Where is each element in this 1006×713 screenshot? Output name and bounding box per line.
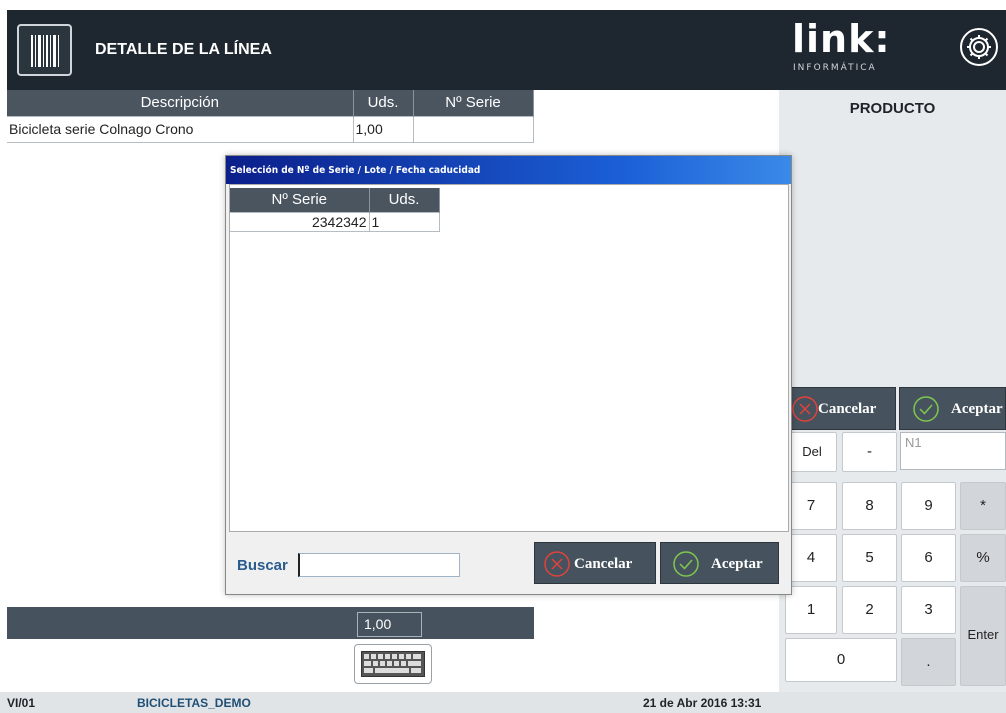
cancel-x-icon <box>792 396 818 422</box>
dialog-accept-button[interactable]: Aceptar <box>660 542 779 584</box>
serial-list-panel: Nº Serie Uds. 2342342 1 <box>229 184 789 532</box>
keypad-cancel-label: Cancelar <box>818 401 877 417</box>
cancel-x-icon <box>544 551 570 577</box>
cell-uds: 1 <box>368 211 440 232</box>
check-icon <box>673 551 699 577</box>
key-decimal[interactable]: . <box>901 638 956 686</box>
key-7[interactable]: 7 <box>785 482 837 530</box>
key-6[interactable]: 6 <box>901 534 956 582</box>
producto-title: PRODUCTO <box>849 100 936 117</box>
key-3[interactable]: 3 <box>901 586 956 634</box>
cell-serie: 2342342 <box>230 211 370 232</box>
keyboard-icon <box>361 651 425 677</box>
keypad-input[interactable]: N1 <box>900 432 1006 470</box>
table-row[interactable]: 2342342 1 <box>230 211 440 232</box>
page-title: DETALLE DE LA LÍNEA <box>95 41 272 58</box>
dialog-accept-label: Aceptar <box>711 556 763 572</box>
cell-descripcion: Bicicleta serie Colnago Crono <box>7 115 354 143</box>
key-percent[interactable]: % <box>960 534 1006 582</box>
keypad-accept-button[interactable]: Aceptar <box>899 387 1006 430</box>
column-header-descripcion: Descripción <box>7 90 354 116</box>
key-5[interactable]: 5 <box>842 534 897 582</box>
key-9[interactable]: 9 <box>901 482 956 530</box>
key-multiply[interactable]: * <box>960 482 1006 530</box>
keypad-cancel-button[interactable]: Cancelar <box>785 387 896 430</box>
status-bar: VI/01 BICICLETAS_DEMO 21 de Abr 2016 13:… <box>0 692 1006 713</box>
del-key[interactable]: Del <box>787 432 837 472</box>
barcode-button[interactable] <box>17 24 72 76</box>
search-input[interactable] <box>298 553 460 577</box>
keyboard-button[interactable] <box>354 644 432 684</box>
column-header-serie: Nº Serie <box>413 90 534 116</box>
total-bar: 1,00 <box>7 607 534 639</box>
column-header-uds: Uds. <box>369 188 440 212</box>
search-label: Buscar <box>237 557 288 574</box>
line-table: Descripción Uds. Nº Serie Bicicleta seri… <box>7 90 534 143</box>
key-enter[interactable]: Enter <box>960 586 1006 686</box>
dialog-title: Selección de Nº de Serie / Lote / Fecha … <box>226 156 791 184</box>
brand-logo: link: <box>792 17 891 61</box>
header-bar: DETALLE DE LA LÍNEA <box>7 10 779 90</box>
key-2[interactable]: 2 <box>842 586 897 634</box>
keypad-accept-label: Aceptar <box>951 401 1003 417</box>
cell-uds: 1,00 <box>352 115 414 143</box>
settings-gear-icon[interactable] <box>959 27 999 67</box>
dialog-cancel-label: Cancelar <box>574 556 633 572</box>
check-icon <box>913 396 939 422</box>
key-4[interactable]: 4 <box>785 534 837 582</box>
column-header-serie: Nº Serie <box>230 188 370 212</box>
key-8[interactable]: 8 <box>842 482 897 530</box>
brand-logo-sub: INFORMÁTICA <box>793 63 877 73</box>
status-datetime: 21 de Abr 2016 13:31 <box>643 696 762 710</box>
serial-table: Nº Serie Uds. 2342342 1 <box>230 188 440 232</box>
status-code: VI/01 <box>7 696 36 710</box>
brand-header: link: INFORMÁTICA <box>779 10 1006 90</box>
key-1[interactable]: 1 <box>785 586 837 634</box>
dialog-cancel-button[interactable]: Cancelar <box>534 542 656 584</box>
total-value: 1,00 <box>357 612 422 637</box>
cell-serie <box>412 115 534 143</box>
serial-selection-dialog: Selección de Nº de Serie / Lote / Fecha … <box>225 155 792 595</box>
key-0[interactable]: 0 <box>785 638 897 682</box>
minus-key[interactable]: - <box>842 432 897 472</box>
producto-header: PRODUCTO <box>779 90 1006 127</box>
table-row[interactable]: Bicicleta serie Colnago Crono 1,00 <box>7 115 534 143</box>
status-database: BICICLETAS_DEMO <box>137 696 251 710</box>
column-header-uds: Uds. <box>353 90 414 116</box>
barcode-icon <box>31 35 59 67</box>
